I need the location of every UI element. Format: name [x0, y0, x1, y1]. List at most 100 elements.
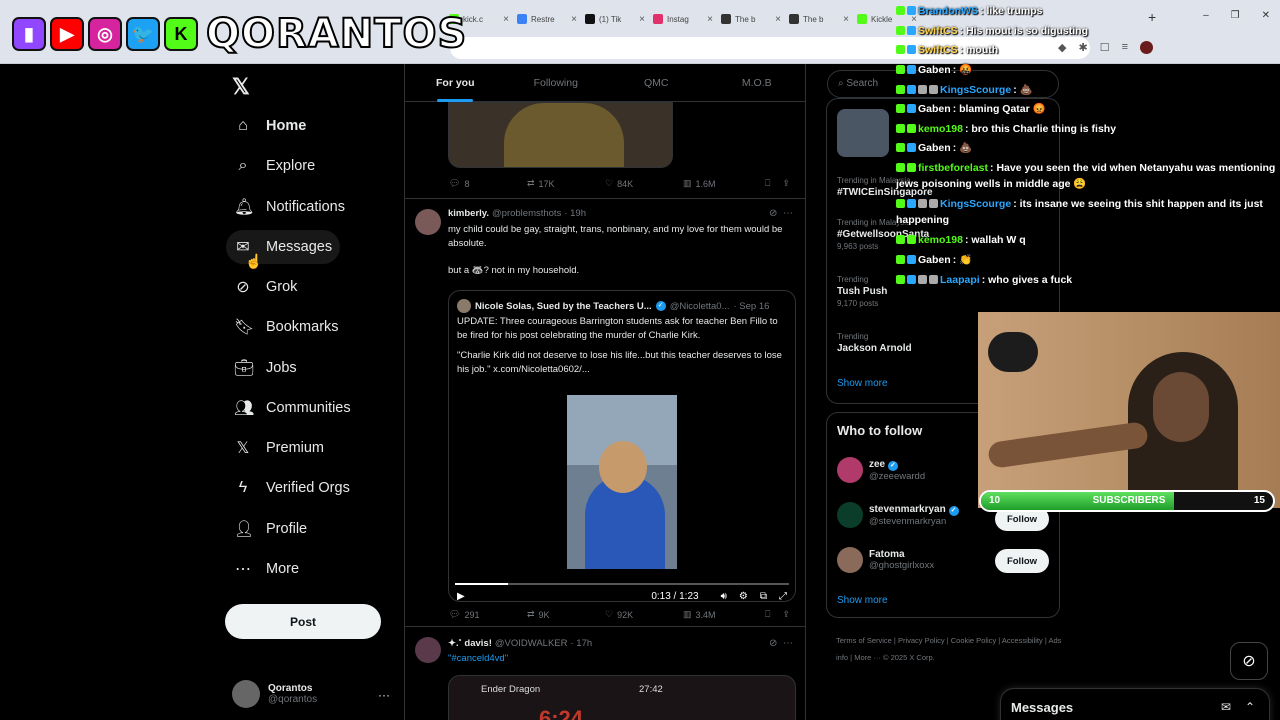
grok-explain-icon[interactable]: ⊘ — [769, 638, 777, 649]
browser-tab[interactable]: Instag × — [649, 8, 717, 30]
author-handle: @Nicoletta0... — [669, 300, 730, 312]
tab-for-you[interactable]: For you — [405, 64, 506, 102]
pip-icon[interactable]: ⧉ — [760, 591, 767, 602]
kick-badge-icon — [896, 199, 905, 208]
account-more-icon[interactable]: ··· — [378, 688, 390, 702]
play-icon[interactable]: ▶ — [457, 591, 465, 602]
more-icon[interactable]: ⋯ — [783, 208, 793, 219]
browser-tab[interactable]: (1) Tik × — [581, 8, 649, 30]
show-more-link[interactable]: Show more — [837, 378, 888, 389]
trend-title: Tush Push — [837, 286, 888, 297]
bookmark-icon: 🔖︎ — [234, 319, 255, 336]
avatar — [457, 299, 471, 313]
account-switcher[interactable]: Qorantos @qorantos — [232, 680, 317, 708]
tweet-time[interactable]: · 19h — [564, 208, 586, 219]
browser-tab[interactable]: Restre × — [513, 8, 581, 30]
video-player[interactable] — [567, 395, 677, 569]
tweet-media-image[interactable] — [448, 102, 673, 168]
reply-button[interactable]: 💬︎ 291 — [449, 609, 527, 620]
account-name: Qorantos — [268, 683, 313, 694]
tab-close-icon[interactable]: × — [571, 14, 577, 25]
messages-drawer[interactable]: Messages ✉ ⌃ — [1000, 688, 1270, 720]
author-name[interactable]: kimberly. — [448, 208, 489, 219]
tab-close-icon[interactable]: × — [639, 14, 645, 25]
tab-close-icon[interactable]: × — [843, 14, 849, 25]
grok-explain-icon[interactable]: ⊘ — [769, 208, 777, 219]
nav-item-more[interactable]: ⋯ More — [226, 552, 307, 586]
avatar[interactable] — [415, 209, 441, 235]
trend-thumbnail[interactable] — [837, 109, 889, 157]
tab-close-icon[interactable]: × — [707, 14, 713, 25]
nav-item-bookmarks[interactable]: 🔖︎ Bookmarks — [226, 310, 347, 344]
tweet-media-image[interactable]: Ender Dragon 27:42 6:24 — [448, 675, 796, 720]
nav-item-jobs[interactable]: 💼︎ Jobs — [226, 351, 305, 385]
browser-tab[interactable]: The b × — [717, 8, 785, 30]
suggested-user[interactable]: stevenmarkryan ✓ @stevenmarkryan — [837, 502, 959, 528]
trend-item[interactable]: Trending Tush Push 9,170 posts — [837, 274, 887, 310]
user-handle: @stevenmarkryan — [869, 515, 947, 527]
tab-close-icon[interactable]: × — [775, 14, 781, 25]
follow-button[interactable]: Follow — [995, 549, 1049, 573]
settings-icon[interactable]: ⚙ — [739, 591, 748, 602]
chat-text: : His mout is so digusting — [959, 25, 1089, 37]
nav-item-profile[interactable]: 👤︎ Profile — [226, 512, 315, 546]
post-button[interactable]: Post — [225, 604, 381, 639]
kick-badge-icon — [896, 45, 905, 54]
repost-button[interactable]: ⇄ 17K — [527, 178, 605, 189]
views-icon: ▥ — [683, 178, 692, 188]
gift-badge-icon — [918, 199, 927, 208]
fullscreen-icon[interactable]: ⤢ — [779, 591, 787, 602]
suggested-user[interactable]: zee ✓ @zeeewardd — [837, 457, 925, 483]
avatar[interactable] — [415, 637, 441, 663]
tweet-time[interactable]: · 17h — [571, 638, 593, 649]
x-logo-icon[interactable]: 𝕏 — [232, 74, 250, 100]
author-handle[interactable]: @VOIDWALKER — [495, 638, 568, 649]
nav-item-messages[interactable]: ✉ Messages — [226, 230, 341, 264]
bookmark-button[interactable]: ⎕ — [765, 178, 770, 189]
views-button[interactable]: ▥ 3.4M — [683, 609, 765, 620]
reply-button[interactable]: 💬︎ 8 — [449, 178, 527, 189]
grok-icon[interactable]: ⊘ — [1230, 642, 1268, 680]
chat-text: : blaming Qatar 😡 — [952, 103, 1046, 115]
chat-username: Gaben — [918, 103, 951, 115]
tab-mob[interactable]: M.O.B — [707, 64, 806, 101]
nav-item-verified-orgs[interactable]: ϟ Verified Orgs — [226, 471, 358, 505]
mouse-pointer-icon: ☝ — [245, 253, 263, 269]
like-button[interactable]: ♡ 84K — [605, 178, 683, 189]
nav-item-grok[interactable]: ⊘ Grok — [226, 270, 305, 304]
share-button[interactable]: ⇪ — [782, 609, 790, 620]
author-handle[interactable]: @problemsthots — [492, 208, 561, 219]
nav-item-communities[interactable]: 👥︎ Communities — [226, 391, 359, 425]
tab-close-icon[interactable]: × — [503, 14, 509, 25]
volume-icon[interactable]: 🔊︎ — [721, 591, 727, 602]
chevron-up-icon[interactable]: ⌃ — [1245, 700, 1255, 714]
timeline-tabs: For you Following QMC M.O.B — [405, 64, 806, 102]
new-message-icon[interactable]: ✉ — [1221, 700, 1231, 714]
tweet-text[interactable]: "#canceld4vd" — [448, 652, 788, 666]
media-caption: Ender Dragon — [481, 684, 541, 695]
author-name[interactable]: ✦.˚ davis! — [448, 638, 492, 649]
footer-links[interactable]: Terms of Service | Privacy Policy | Cook… — [836, 632, 1066, 666]
browser-tab[interactable]: The b × — [785, 8, 853, 30]
suggested-user[interactable]: Fatoma @ghostgirlxoxx — [837, 547, 934, 573]
tab-favicon-icon — [721, 14, 731, 24]
tab-qmc[interactable]: QMC — [606, 64, 707, 101]
nav-item-premium[interactable]: 𝕏 Premium — [226, 431, 332, 465]
more-icon[interactable]: ⋯ — [783, 638, 793, 649]
like-button[interactable]: ♡ 92K — [605, 609, 683, 620]
kick-badge-icon — [896, 275, 905, 284]
tab-following[interactable]: Following — [506, 64, 607, 101]
tweet-text: my child could be gay, straight, trans, … — [448, 224, 783, 249]
quoted-tweet[interactable]: Nicole Solas, Sued by the Teachers U... … — [448, 290, 796, 602]
views-button[interactable]: ▥ 1.6M — [683, 178, 765, 189]
video-progress-bar[interactable] — [455, 583, 789, 585]
show-more-link[interactable]: Show more — [837, 595, 888, 606]
nav-item-home[interactable]: ⌂ Home — [226, 109, 314, 143]
chat-text: : 🤬 — [952, 64, 973, 76]
trend-item[interactable]: Trending Jackson Arnold — [837, 331, 912, 355]
nav-item-notifications[interactable]: 🔔︎ Notifications — [226, 190, 353, 224]
repost-button[interactable]: ⇄ 9K — [527, 609, 605, 620]
bookmark-button[interactable]: ⎕ — [765, 609, 770, 620]
nav-item-explore[interactable]: ⌕ Explore — [226, 149, 323, 183]
share-button[interactable]: ⇪ — [782, 178, 790, 189]
